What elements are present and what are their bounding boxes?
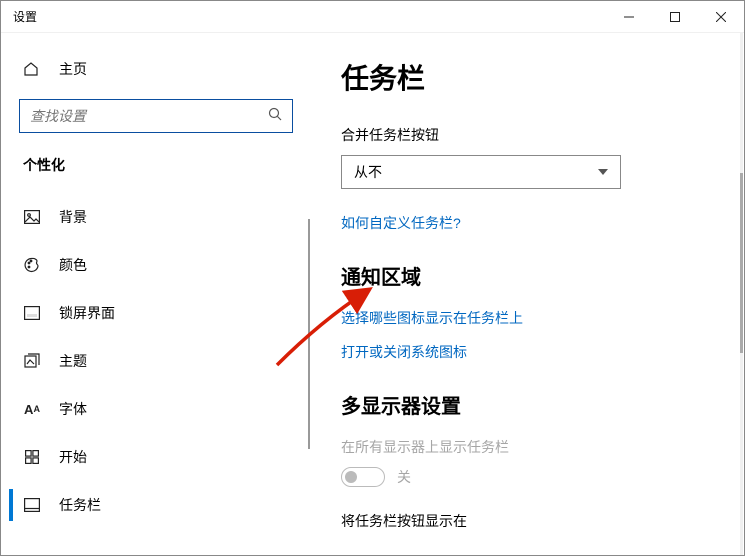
window-controls: [606, 1, 744, 33]
sidebar-item-label: 字体: [59, 399, 87, 419]
sidebar-item-label: 开始: [59, 447, 87, 467]
sidebar-item-colors[interactable]: 颜色: [9, 241, 303, 289]
select-icons-link[interactable]: 选择哪些图标显示在任务栏上: [341, 308, 714, 328]
multi-monitor-text: 在所有显示器上显示任务栏: [341, 437, 714, 457]
close-button[interactable]: [698, 1, 744, 33]
sidebar-item-label: 任务栏: [59, 495, 101, 515]
sidebar-item-label: 主题: [59, 351, 87, 371]
combine-value: 从不: [354, 162, 382, 182]
titlebar: 设置: [1, 1, 744, 33]
sidebar-scrollbar[interactable]: [308, 219, 310, 449]
sidebar-item-start[interactable]: 开始: [9, 433, 303, 481]
home-label: 主页: [59, 59, 87, 79]
sidebar-item-themes[interactable]: 主题: [9, 337, 303, 385]
search-input[interactable]: [30, 108, 268, 124]
multi-monitor-heading: 多显示器设置: [341, 390, 714, 419]
notification-area-heading: 通知区域: [341, 261, 714, 290]
sidebar-item-label: 锁屏界面: [59, 303, 115, 323]
themes-icon: [23, 353, 41, 369]
sidebar-item-background[interactable]: 背景: [9, 193, 303, 241]
search-icon: [268, 107, 282, 126]
sidebar: 主页 个性化 背景 颜色: [1, 33, 311, 555]
main-content: 任务栏 合并任务栏按钮 从不 如何自定义任务栏? 通知区域 选择哪些图标显示在任…: [311, 33, 744, 555]
combine-label: 合并任务栏按钮: [341, 125, 714, 145]
combine-select[interactable]: 从不: [341, 155, 621, 189]
home-icon: [23, 61, 41, 77]
sidebar-item-lockscreen[interactable]: 锁屏界面: [9, 289, 303, 337]
taskbar-icon: [23, 498, 41, 512]
sidebar-item-taskbar[interactable]: 任务栏: [9, 481, 303, 529]
lockscreen-icon: [23, 306, 41, 320]
sidebar-item-label: 背景: [59, 207, 87, 227]
sidebar-item-fonts[interactable]: AA 字体: [9, 385, 303, 433]
main-scrollbar-thumb[interactable]: [740, 173, 743, 353]
sidebar-section-title: 个性化: [9, 155, 303, 175]
page-title: 任务栏: [341, 57, 714, 97]
font-icon: AA: [23, 402, 41, 417]
maximize-button[interactable]: [652, 1, 698, 33]
main-scrollbar-track: [740, 33, 743, 555]
picture-icon: [23, 210, 41, 224]
system-icons-link[interactable]: 打开或关闭系统图标: [341, 342, 714, 362]
minimize-button[interactable]: [606, 1, 652, 33]
search-box[interactable]: [19, 99, 293, 133]
window-title: 设置: [1, 8, 606, 25]
customize-taskbar-link[interactable]: 如何自定义任务栏?: [341, 213, 714, 233]
show-buttons-label: 将任务栏按钮显示在: [341, 511, 714, 531]
sidebar-item-label: 颜色: [59, 255, 87, 275]
multi-monitor-toggle[interactable]: [341, 467, 385, 487]
start-icon: [23, 450, 41, 464]
toggle-state-label: 关: [397, 467, 411, 487]
home-link[interactable]: 主页: [9, 53, 303, 85]
palette-icon: [23, 257, 41, 273]
